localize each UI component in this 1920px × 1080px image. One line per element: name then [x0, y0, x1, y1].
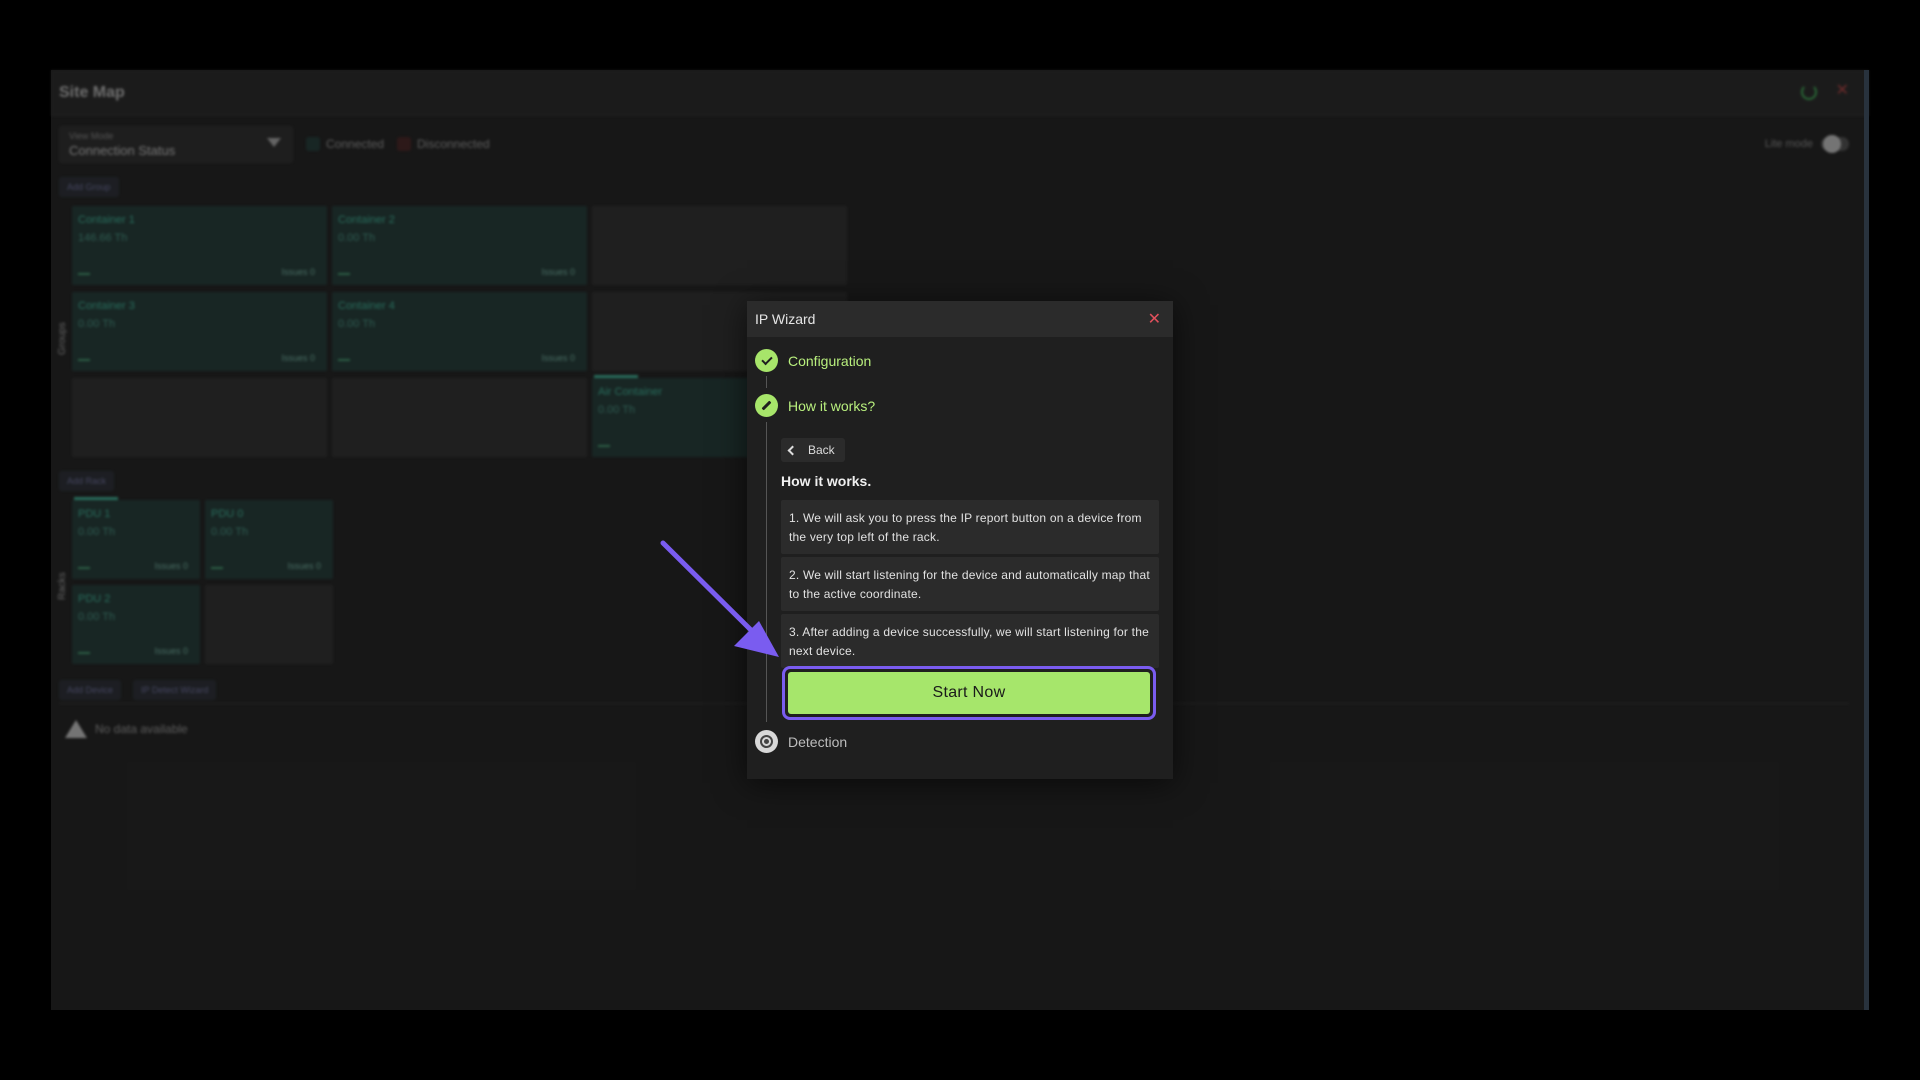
dialog-title: IP Wizard — [755, 311, 816, 327]
back-button[interactable]: Back — [781, 438, 845, 462]
start-now-button[interactable]: Start Now — [788, 672, 1150, 714]
dialog-header: IP Wizard ✕ — [747, 301, 1173, 337]
step-pending-icon — [755, 730, 778, 753]
how-it-works-heading: How it works. — [781, 473, 872, 489]
instruction-item: 1. We will ask you to press the IP repor… — [781, 500, 1159, 554]
step-done-icon — [755, 349, 778, 372]
ip-wizard-dialog: IP Wizard ✕ Configuration How it works? … — [747, 301, 1173, 779]
step-connector — [766, 376, 767, 388]
start-now-highlight: Start Now — [782, 666, 1156, 720]
step-how-it-works[interactable]: How it works? — [788, 398, 875, 414]
close-icon[interactable]: ✕ — [1148, 309, 1161, 329]
step-configuration[interactable]: Configuration — [788, 353, 871, 369]
pencil-icon — [761, 400, 772, 411]
check-icon — [760, 353, 773, 365]
back-label: Back — [808, 443, 835, 457]
instruction-item: 3. After adding a device successfully, w… — [781, 614, 1159, 668]
chevron-left-icon — [787, 445, 798, 455]
step-detection[interactable]: Detection — [788, 734, 847, 750]
instruction-item: 2. We will start listening for the devic… — [781, 557, 1159, 611]
step-connector — [766, 422, 767, 722]
step-active-icon — [755, 394, 778, 417]
